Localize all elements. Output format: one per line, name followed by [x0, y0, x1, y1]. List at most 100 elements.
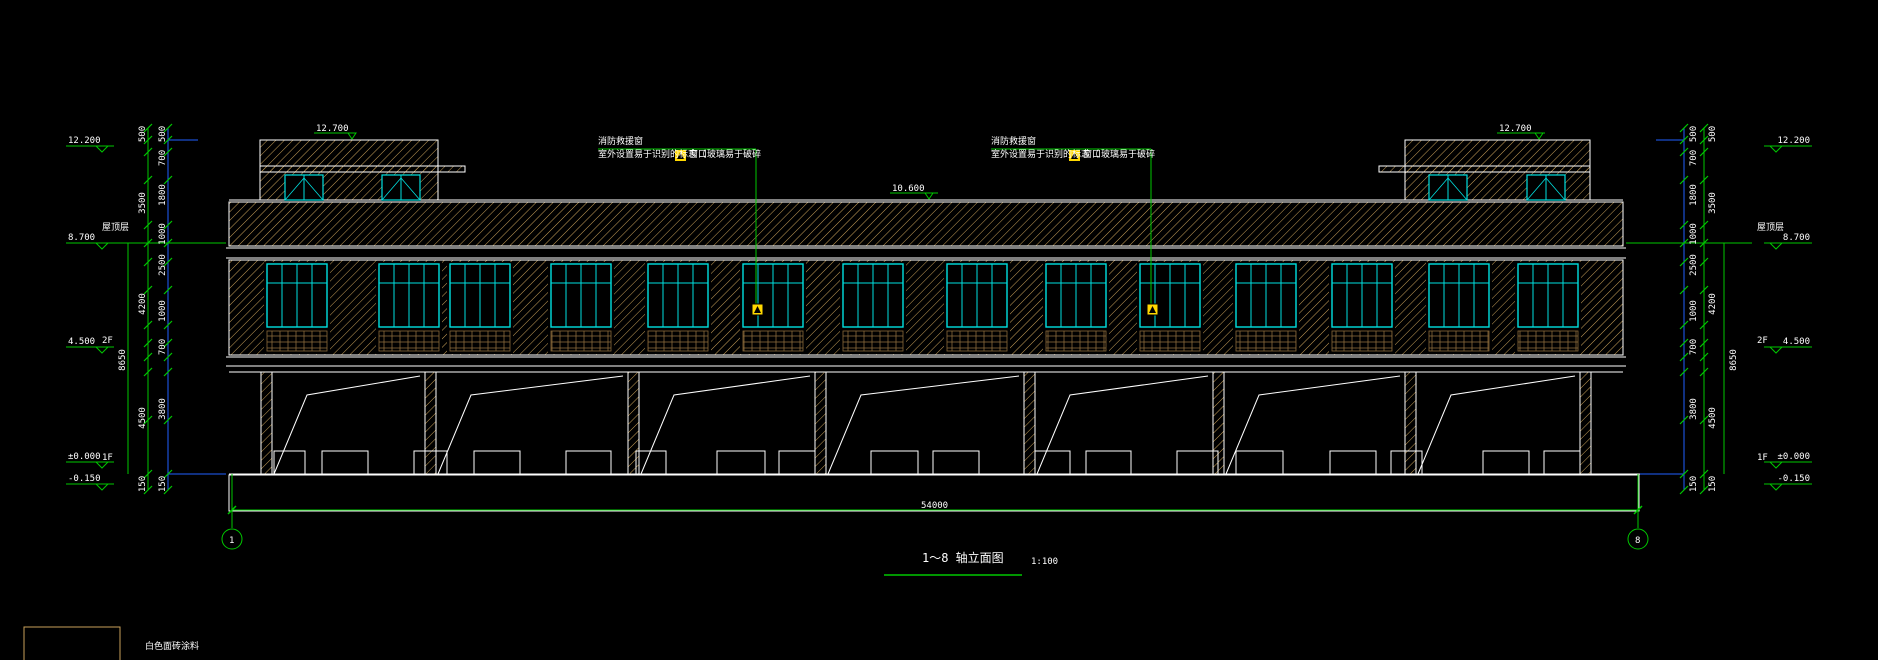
roof-window	[1526, 174, 1566, 201]
dimension-label: 500	[158, 126, 168, 142]
column	[424, 371, 437, 475]
overall-width-label: 54000	[921, 501, 948, 511]
level-mark: -0.150	[1764, 474, 1812, 491]
dimension-label: 3500	[138, 192, 148, 214]
window	[447, 262, 513, 354]
annotation-text-right-end: 窗口玻璃易于破碎	[1083, 148, 1155, 160]
floor-label: 屋顶层	[102, 222, 129, 233]
dimension-label: 1000	[1689, 223, 1699, 245]
dim-ticks: 500 3500 4200 4500 150 500 700 1800 1000 2500 1000…	[118, 123, 173, 495]
column	[814, 371, 827, 475]
awning-bay	[827, 375, 1020, 475]
awning-bay	[1036, 375, 1209, 475]
triangle-down-icon	[94, 145, 110, 153]
axis-end-label: 8	[1635, 536, 1640, 546]
triangle-down-icon	[1534, 132, 1544, 140]
roof-windows	[284, 174, 1566, 201]
roof-box-eave-left	[259, 165, 466, 173]
window	[548, 262, 614, 354]
level-marks: 12.200 8.700 4.500 ±0.000 -0.150 屋顶层 2F 1F	[1757, 136, 1812, 491]
window	[645, 262, 711, 354]
shutter-box	[1034, 450, 1071, 475]
awning-bay	[437, 375, 624, 475]
warning-square-icon	[1146, 303, 1159, 316]
awning-bay	[273, 375, 421, 475]
column	[1023, 371, 1036, 475]
level-value: 12.200	[68, 136, 101, 146]
dimension-label: 1000	[158, 223, 168, 245]
drawing-title: 1～8 轴立面图 1:100	[884, 550, 1058, 576]
level-mark: 12.200	[1764, 136, 1812, 153]
legend-swatch	[23, 626, 121, 660]
legend-label: 白色面砖涂料	[145, 640, 199, 652]
shutter-box	[716, 450, 766, 475]
dimension-label: 1800	[1689, 184, 1699, 206]
window	[740, 262, 806, 354]
title-text: 1～8 轴立面图	[922, 550, 1004, 565]
dimension-label: 150	[138, 476, 148, 492]
dimension-label: 700	[158, 150, 168, 166]
triangle-down-icon	[1768, 483, 1784, 491]
level-value: 8.700	[1783, 233, 1810, 243]
floor-label: 屋顶层	[1757, 222, 1784, 233]
awning-bay	[1225, 375, 1401, 475]
parapet-band	[228, 201, 1624, 247]
window	[944, 262, 1010, 354]
dimension-label: 4500	[138, 407, 148, 429]
dimension-label: 4200	[1708, 293, 1718, 315]
triangle-down-icon	[1768, 346, 1784, 354]
level-value: ±0.000	[68, 452, 101, 462]
annotation-title-right: 消防救援窗	[991, 135, 1036, 147]
window	[1426, 262, 1492, 354]
level-value: -0.150	[1777, 474, 1810, 484]
dimension-label: 500	[1708, 126, 1718, 142]
dimension-label: 1800	[158, 184, 168, 206]
warning-square-icon	[751, 303, 764, 316]
shutter-box	[1235, 450, 1284, 475]
roof-window	[1428, 174, 1468, 201]
dimension-label: 1000	[158, 300, 168, 322]
annotation-title-left: 消防救援窗	[598, 135, 643, 147]
elevation-parapet: 10.600	[892, 184, 925, 194]
dimension-label: 1000	[1689, 300, 1699, 322]
shutter-box	[870, 450, 919, 475]
dimension-label: 4500	[1708, 407, 1718, 429]
dim-ticks: 500 3500 4200 4500 150 500 700 1800 1000 2500 1000…	[1679, 123, 1739, 495]
column	[260, 371, 273, 475]
shutter-box	[1176, 450, 1219, 475]
level-mark: -0.150	[66, 474, 114, 491]
column	[627, 371, 640, 475]
dimension-label: 700	[1689, 339, 1699, 355]
level-marks: 12.200 8.700 4.500 ±0.000 -0.150 屋顶层 2F 1F	[66, 136, 129, 491]
level-value: 4.500	[68, 337, 95, 347]
title-scale: 1:100	[1031, 557, 1058, 567]
roof-elevation-marks: 12.700 12.700 10.600	[314, 124, 1545, 200]
building-body	[226, 139, 1640, 512]
level-mark: 4.500	[1764, 337, 1812, 354]
triangle-down-icon	[347, 132, 357, 140]
floor-label: 2F	[1757, 336, 1768, 346]
annotation-text-left-end: 窗口玻璃易于破碎	[689, 148, 761, 160]
roof-box-eave-right	[1378, 165, 1591, 173]
window	[264, 262, 330, 354]
dimension-label: 3500	[1708, 192, 1718, 214]
floor-label: 2F	[102, 336, 113, 346]
column	[1579, 371, 1592, 475]
shutter-box	[635, 450, 667, 475]
dimension-label: 700	[1689, 150, 1699, 166]
awning-bay	[1417, 375, 1576, 475]
shutter-box	[1543, 450, 1581, 475]
level-mark: 8.700	[1764, 233, 1812, 250]
shutter-box	[1329, 450, 1377, 475]
level-mark: ±0.000	[1764, 452, 1812, 469]
shutter-box	[932, 450, 980, 475]
level-value: 8.700	[68, 233, 95, 243]
shutter-box	[565, 450, 612, 475]
roof-window	[284, 174, 324, 201]
dimension-label: 3800	[1689, 398, 1699, 420]
dimension-label: 8650	[1729, 349, 1739, 371]
elevation-roof-left: 12.700	[316, 124, 349, 134]
level-value: 4.500	[1783, 337, 1810, 347]
level-value: 12.200	[1777, 136, 1810, 146]
triangle-down-icon	[94, 242, 110, 250]
